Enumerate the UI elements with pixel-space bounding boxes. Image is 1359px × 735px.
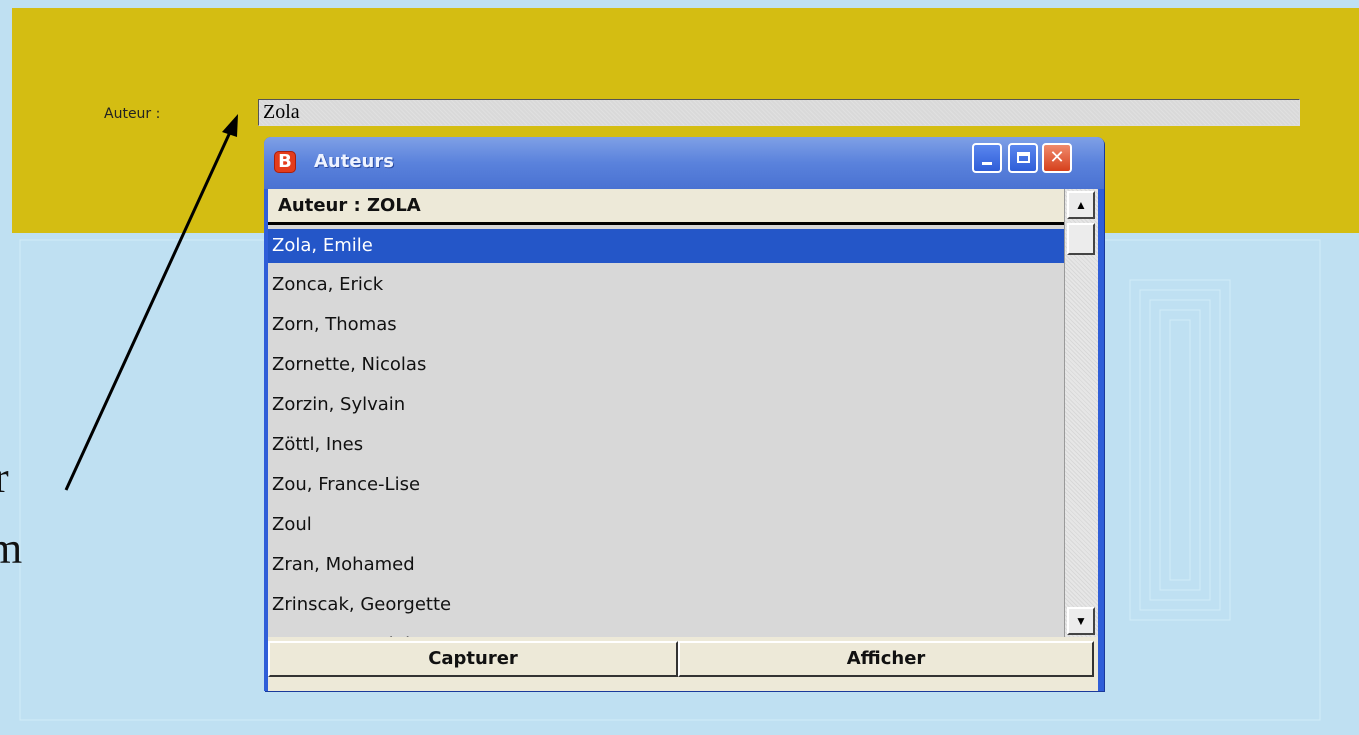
dialog-titlebar[interactable]: B Auteurs ✕ bbox=[264, 137, 1104, 189]
list-item[interactable]: Zorn, Thomas bbox=[268, 305, 1064, 345]
close-icon: ✕ bbox=[1049, 147, 1065, 168]
slide-text-fragment-2: m bbox=[0, 524, 23, 573]
arrow-down-icon: ▼ bbox=[1075, 614, 1087, 628]
slide-text-fragment-1: r bbox=[0, 453, 9, 502]
list-item[interactable]: Zornette, Nicolas bbox=[268, 345, 1064, 385]
list-item[interactable]: Zorzin, Sylvain bbox=[268, 385, 1064, 425]
authors-dialog: B Auteurs ✕ Auteur : ZOLA Zola, Emile Zon… bbox=[264, 137, 1104, 691]
app-logo-icon: B bbox=[274, 151, 296, 173]
list-item[interactable]: Zonca, Erick bbox=[268, 265, 1064, 305]
dialog-title: Auteurs bbox=[314, 151, 394, 172]
maximize-icon bbox=[1016, 152, 1030, 163]
dialog-button-bar: Capturer Afficher bbox=[268, 637, 1098, 691]
list-item[interactable]: Zou, France-Lise bbox=[268, 465, 1064, 505]
list-item[interactable]: Zoul bbox=[268, 505, 1064, 545]
arrow-up-icon: ▲ bbox=[1075, 198, 1087, 212]
list-item[interactable]: Zrinscak, Georgette bbox=[268, 585, 1064, 625]
close-button[interactable]: ✕ bbox=[1042, 143, 1072, 173]
minimize-icon bbox=[982, 162, 992, 165]
maximize-button[interactable] bbox=[1008, 143, 1038, 173]
scroll-down-button[interactable]: ▼ bbox=[1067, 607, 1095, 635]
list-item-selected[interactable]: Zola, Emile bbox=[268, 229, 1064, 263]
authors-list: Auteur : ZOLA Zola, Emile Zonca, Erick Zor… bbox=[268, 189, 1098, 637]
author-label: Auteur : bbox=[104, 106, 161, 122]
scroll-up-button[interactable]: ▲ bbox=[1067, 191, 1095, 219]
list-header: Auteur : ZOLA bbox=[268, 189, 1064, 225]
list-item[interactable]: Zöttl, Ines bbox=[268, 425, 1064, 465]
afficher-button[interactable]: Afficher bbox=[678, 641, 1094, 677]
capturer-button[interactable]: Capturer bbox=[268, 641, 678, 677]
minimize-button[interactable] bbox=[972, 143, 1002, 173]
list-item[interactable]: Zuccante, Luigi bbox=[268, 625, 1064, 637]
author-input[interactable]: Zola bbox=[258, 99, 1300, 126]
list-item[interactable]: Zran, Mohamed bbox=[268, 545, 1064, 585]
list-items: Zola, Emile Zonca, Erick Zorn, Thomas Zorne… bbox=[268, 229, 1064, 637]
scrollbar-thumb[interactable] bbox=[1067, 223, 1095, 255]
vertical-scrollbar[interactable]: ▲ ▼ bbox=[1064, 189, 1098, 637]
